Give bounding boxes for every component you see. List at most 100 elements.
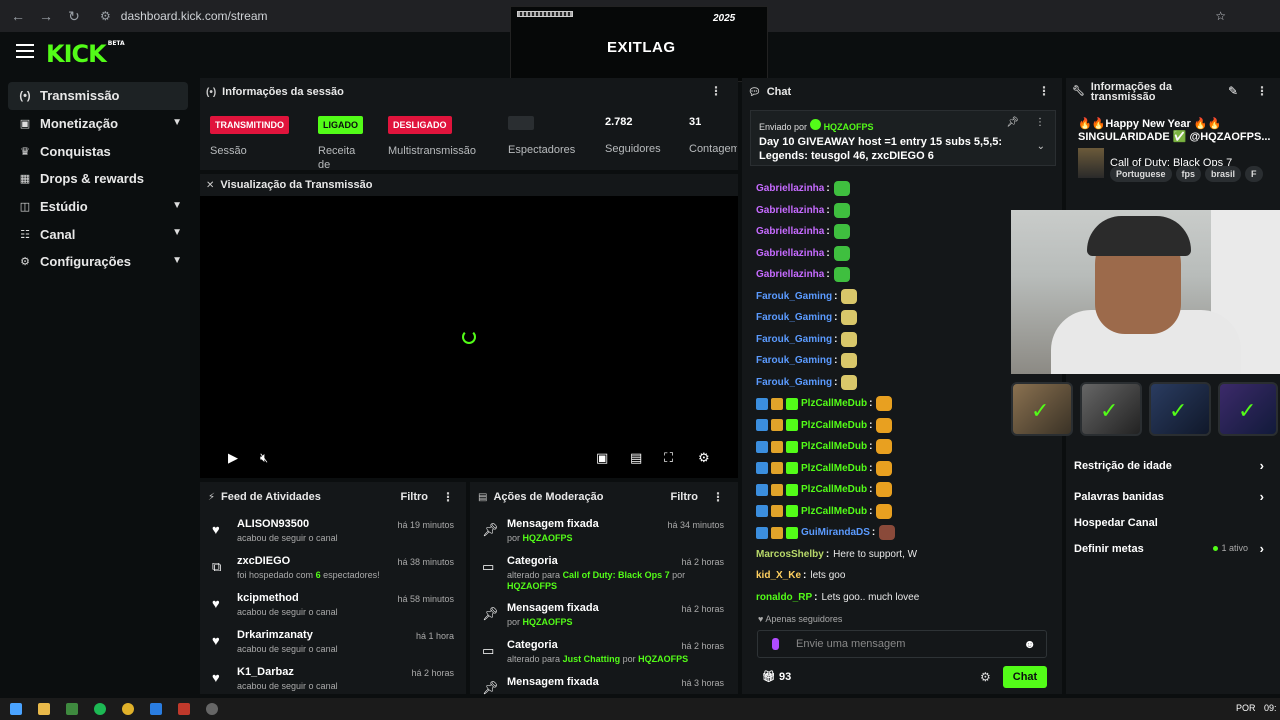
send-chat-button[interactable]: Chat <box>1003 666 1047 688</box>
sidebar-item-estudio[interactable]: ◫ Estúdio ▼ <box>0 193 196 221</box>
emote-icon <box>876 460 893 476</box>
progress-bar <box>517 11 573 17</box>
setting-goals[interactable]: Definir metas 1 ativo › <box>1074 541 1270 556</box>
list-item: ♥ ALISON93500 acabou de seguir o canal h… <box>212 518 454 543</box>
webcam-overlay <box>1011 210 1280 374</box>
more-options-icon[interactable]: ⋮ <box>710 84 722 98</box>
chat-input[interactable]: Envie uma mensagem ☻ <box>757 630 1047 658</box>
play-icon[interactable]: ▶ <box>228 450 238 466</box>
more-options-icon[interactable]: ⋮ <box>712 490 724 504</box>
sidebar-item-drops[interactable]: ▦ Drops & rewards <box>0 165 196 193</box>
chat-username[interactable]: PlzCallMeDub <box>801 506 867 517</box>
spotify-icon[interactable] <box>94 703 106 715</box>
chat-username[interactable]: Gabriellazinha <box>756 226 824 237</box>
chat-username[interactable]: Farouk_Gaming <box>756 355 832 366</box>
chat-text: Here to support, W <box>833 548 918 560</box>
edit-pencil-icon[interactable]: ✎ <box>1228 84 1238 98</box>
bookmark-star-icon[interactable]: ☆ <box>1215 9 1226 23</box>
settings-icon[interactable]: ⚙ <box>698 450 710 466</box>
more-options-icon[interactable]: ⋮ <box>1035 117 1045 128</box>
more-options-icon[interactable]: ⋮ <box>1038 84 1050 98</box>
sidebar-item-label: Conquistas <box>40 143 111 159</box>
mute-icon[interactable]: 🔇︎ <box>260 450 268 466</box>
chat-username[interactable]: ronaldo_RP <box>756 592 812 603</box>
setting-host-channel[interactable]: Hospedar Canal <box>1074 517 1270 529</box>
tag: F <box>1245 166 1263 182</box>
chrome-icon[interactable] <box>122 703 134 715</box>
badge-icon <box>756 505 768 518</box>
trophy-icon: ♛ <box>20 145 30 158</box>
setting-age-restriction[interactable]: Restrição de idade › <box>1074 458 1270 473</box>
reload-icon[interactable]: ↻ <box>60 8 88 25</box>
chat-username[interactable]: PlzCallMeDub <box>801 420 867 431</box>
sidebar-item-label: Configurações <box>40 254 132 270</box>
chat-input-placeholder: Envie uma mensagem <box>796 638 906 650</box>
pin-icon[interactable]: 📌︎ <box>1006 117 1019 128</box>
list-item: ♥ kcipmethod acabou de seguir o canal há… <box>212 592 454 617</box>
app-icon[interactable] <box>206 703 218 715</box>
start-icon[interactable] <box>10 703 22 715</box>
chat-username[interactable]: Farouk_Gaming <box>756 291 832 302</box>
chat-username[interactable]: Gabriellazinha <box>756 269 824 280</box>
sidebar-item-canal[interactable]: ☷ Canal ▼ <box>0 220 196 248</box>
chat-username[interactable]: PlzCallMeDub <box>801 398 867 409</box>
sidebar-item-transmissao[interactable]: (•) Transmissão <box>8 82 188 110</box>
chat-username[interactable]: Farouk_Gaming <box>756 377 832 388</box>
chat-message: kid_X_Ke: lets goo <box>756 565 1056 587</box>
tag: fps <box>1175 166 1202 182</box>
theater-icon[interactable]: ▤ <box>630 450 642 466</box>
sidebar-item-configuracoes[interactable]: ⚙ Configurações ▼ <box>0 248 196 276</box>
os-taskbar <box>0 698 1280 720</box>
chat-username[interactable]: PlzCallMeDub <box>801 484 867 495</box>
chat-username[interactable]: GuiMirandaDS <box>801 527 870 538</box>
chevron-down-icon[interactable]: ⌄ <box>1037 141 1045 152</box>
emoji-icon[interactable]: ☻ <box>1023 637 1036 651</box>
chat-username[interactable]: Gabriellazinha <box>756 248 824 259</box>
stat-multistream: DESLIGADO Multistransmissão <box>388 116 476 158</box>
kick-logo[interactable]: KICK BETA <box>46 40 125 68</box>
emote-icon <box>841 331 858 347</box>
sidebar-item-label: Estúdio <box>40 199 88 215</box>
miniplayer-icon[interactable]: ▣ <box>596 450 608 466</box>
filter-button[interactable]: Filtro <box>401 491 429 503</box>
app-icon[interactable] <box>150 703 162 715</box>
chat-message: PlzCallMeDub: <box>756 479 1056 501</box>
language-indicator[interactable]: POR <box>1236 703 1256 713</box>
chat-username[interactable]: Farouk_Gaming <box>756 334 832 345</box>
chat-username[interactable]: Gabriellazinha <box>756 183 824 194</box>
category-icon: ▭ <box>482 559 495 574</box>
app-icon[interactable] <box>66 703 78 715</box>
badge-icon <box>786 462 798 475</box>
back-icon[interactable]: ← <box>4 8 32 24</box>
sidebar-item-conquistas[interactable]: ♛ Conquistas <box>0 137 196 165</box>
badge-icon <box>786 397 798 410</box>
sidebar-item-monetizacao[interactable]: ▣ Monetização ▼ <box>0 110 196 138</box>
panel-title: 💬︎ Chat <box>748 86 792 98</box>
badge-icon <box>756 440 768 453</box>
heart-icon: ♥ <box>212 596 220 611</box>
app-icon[interactable] <box>178 703 190 715</box>
chat-username[interactable]: PlzCallMeDub <box>801 463 867 474</box>
chat-username[interactable]: kid_X_Ke <box>756 570 801 581</box>
emote-icon <box>876 439 893 455</box>
fullscreen-icon[interactable]: ⛶ <box>664 450 673 466</box>
chat-settings-icon[interactable]: ⚙ <box>980 670 991 684</box>
folder-icon[interactable] <box>38 703 50 715</box>
chat-username[interactable]: Gabriellazinha <box>756 205 824 216</box>
setting-banned-words[interactable]: Palavras banidas › <box>1074 489 1270 504</box>
chat-colon: : <box>814 591 818 603</box>
emote-icon <box>833 181 850 197</box>
heart-icon: ♥ <box>212 633 220 648</box>
more-options-icon[interactable]: ⋮ <box>1256 84 1268 98</box>
mic-icon[interactable] <box>772 638 779 650</box>
emote-icon <box>876 417 893 433</box>
chat-username[interactable]: MarcosShelby <box>756 549 824 560</box>
channel-points[interactable]: 🎁︎ 93 <box>762 670 791 683</box>
chat-username[interactable]: Farouk_Gaming <box>756 312 832 323</box>
filter-button[interactable]: Filtro <box>671 491 699 503</box>
site-settings-icon[interactable]: ⚙ <box>100 9 111 23</box>
chat-username[interactable]: PlzCallMeDub <box>801 441 867 452</box>
menu-icon[interactable] <box>16 44 34 60</box>
more-options-icon[interactable]: ⋮ <box>442 490 454 504</box>
forward-icon[interactable]: → <box>32 8 60 24</box>
